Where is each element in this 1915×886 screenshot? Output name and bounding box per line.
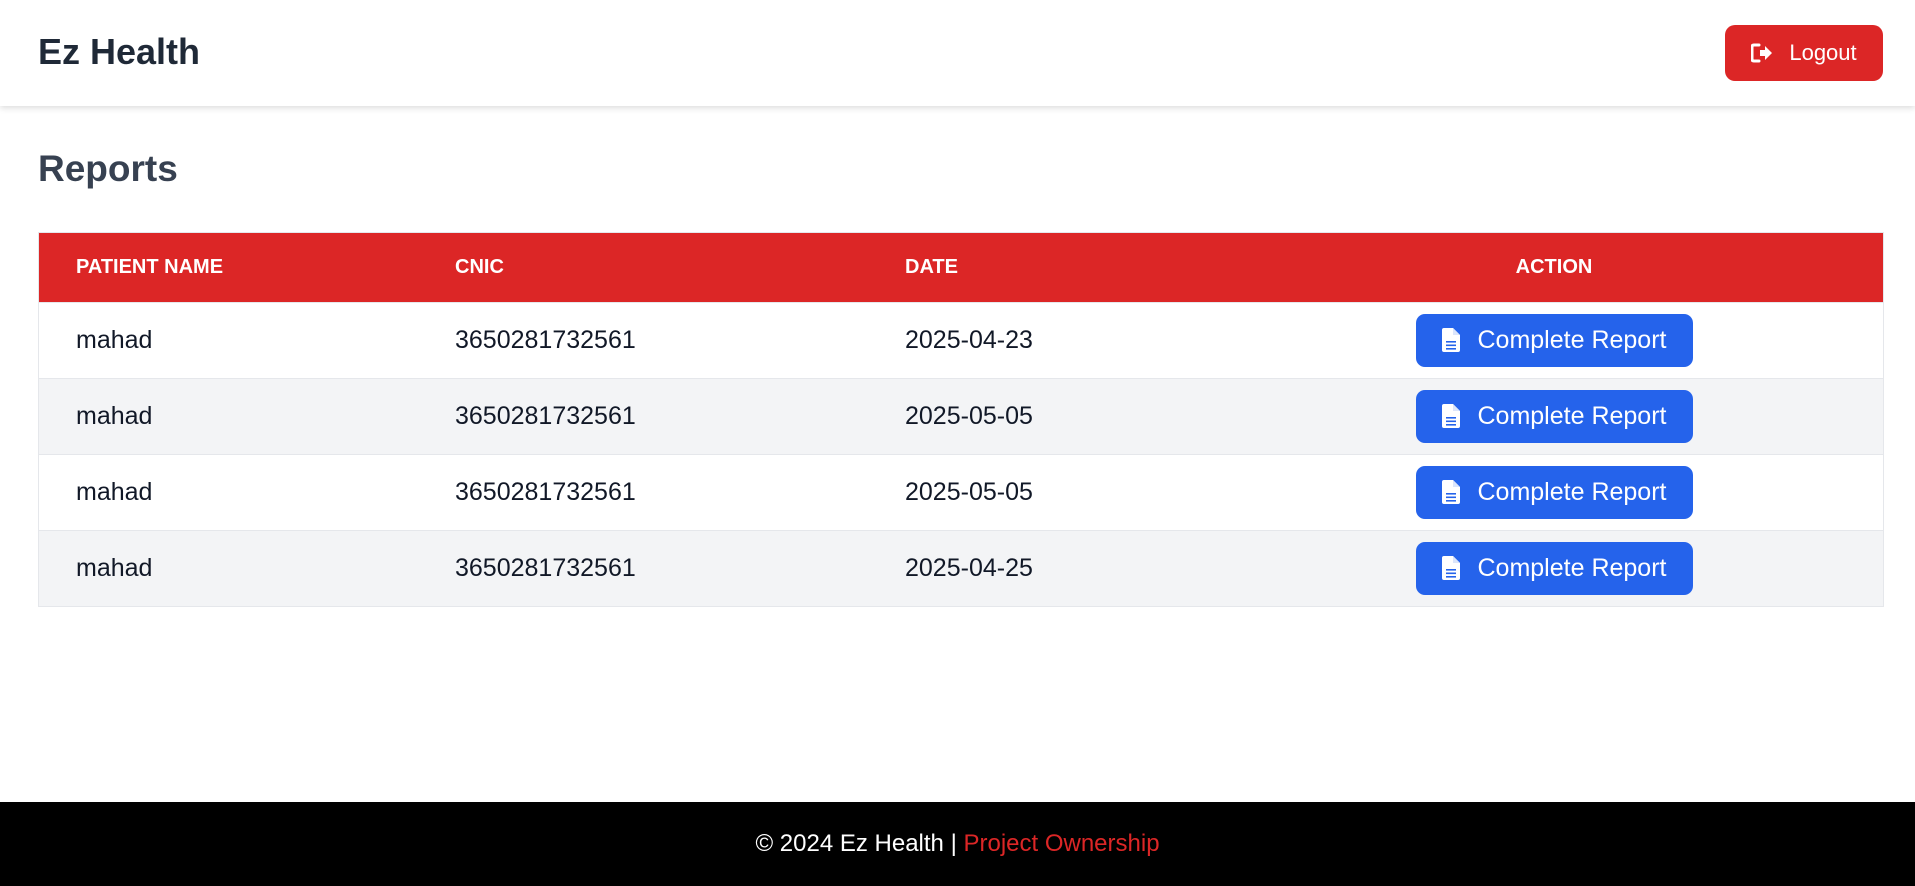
cell-cnic: 3650281732561 <box>455 553 636 582</box>
top-navbar: Ez Health Logout <box>0 0 1915 106</box>
table-header: PATIENT NAME CNIC DATE ACTION <box>39 233 1883 302</box>
logout-button[interactable]: Logout <box>1725 25 1883 81</box>
footer-copyright: © 2024 Ez Health | <box>755 830 964 857</box>
complete-report-button[interactable]: Complete Report <box>1415 465 1693 519</box>
complete-report-label: Complete Report <box>1477 401 1667 430</box>
complete-report-label: Complete Report <box>1477 325 1667 354</box>
cell-patient-name: mahad <box>76 553 153 582</box>
table-row: mahad 3650281732561 2025-04-23 Complete … <box>39 302 1883 378</box>
cell-action: Complete Report <box>1225 530 1883 606</box>
cell-date: 2025-05-05 <box>905 477 1033 506</box>
file-document-icon <box>1441 556 1460 581</box>
complete-report-button[interactable]: Complete Report <box>1415 541 1693 595</box>
file-document-icon <box>1441 404 1460 428</box>
sign-out-icon <box>1751 43 1773 63</box>
complete-report-button[interactable]: Complete Report <box>1415 313 1693 367</box>
file-document-icon <box>1441 328 1460 352</box>
reports-table: PATIENT NAME CNIC DATE ACTION mahad 3650… <box>39 233 1883 606</box>
cell-date: 2025-04-23 <box>905 325 1033 354</box>
cell-action: Complete Report <box>1225 454 1883 530</box>
complete-report-label: Complete Report <box>1477 477 1667 506</box>
cell-patient-name: mahad <box>76 401 153 430</box>
column-header-patient-name: PATIENT NAME <box>76 255 224 278</box>
column-header-cnic: CNIC <box>455 255 504 278</box>
cell-patient-name: mahad <box>76 477 153 506</box>
project-ownership-link[interactable]: Project Ownership <box>963 830 1159 858</box>
table-row: mahad 3650281732561 2025-04-25 Complete … <box>39 530 1883 606</box>
cell-date: 2025-05-05 <box>905 401 1033 430</box>
logout-label: Logout <box>1789 40 1857 65</box>
column-header-date: DATE <box>905 255 958 278</box>
cell-cnic: 3650281732561 <box>455 477 636 506</box>
cell-action: Complete Report <box>1225 302 1883 378</box>
cell-cnic: 3650281732561 <box>455 325 636 354</box>
cell-action: Complete Report <box>1225 378 1883 454</box>
page-title: Reports <box>38 148 178 189</box>
complete-report-button[interactable]: Complete Report <box>1415 389 1693 443</box>
cell-cnic: 3650281732561 <box>455 401 636 430</box>
file-document-icon <box>1441 480 1460 504</box>
table-row: mahad 3650281732561 2025-05-05 Complete … <box>39 454 1883 530</box>
table-row: mahad 3650281732561 2025-05-05 Complete … <box>39 378 1883 454</box>
cell-date: 2025-04-25 <box>905 553 1033 582</box>
cell-patient-name: mahad <box>76 325 153 354</box>
page-footer: © 2024 Ez Health | Project Ownership <box>0 802 1915 886</box>
complete-report-label: Complete Report <box>1477 553 1667 582</box>
column-header-action: ACTION <box>1515 255 1593 278</box>
table-header-row: PATIENT NAME CNIC DATE ACTION <box>39 233 1883 302</box>
reports-table-container: PATIENT NAME CNIC DATE ACTION mahad 3650… <box>38 232 1884 607</box>
brand-logo-text[interactable]: Ez Health <box>38 31 200 73</box>
table-body: mahad 3650281732561 2025-04-23 Complete … <box>39 302 1883 606</box>
